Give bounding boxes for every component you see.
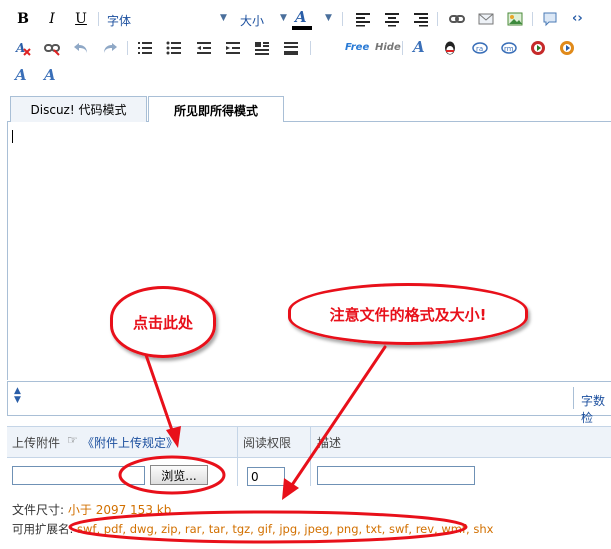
arrow-to-browse (144, 353, 176, 438)
arrow-to-browse-head (166, 426, 181, 448)
browse-highlight-ellipse (118, 455, 226, 495)
arrow-to-extensions-head (282, 478, 299, 500)
arrow-to-extensions (288, 345, 387, 490)
annotation-arrows (68, 345, 468, 544)
extensions-highlight-ellipse (68, 510, 468, 544)
